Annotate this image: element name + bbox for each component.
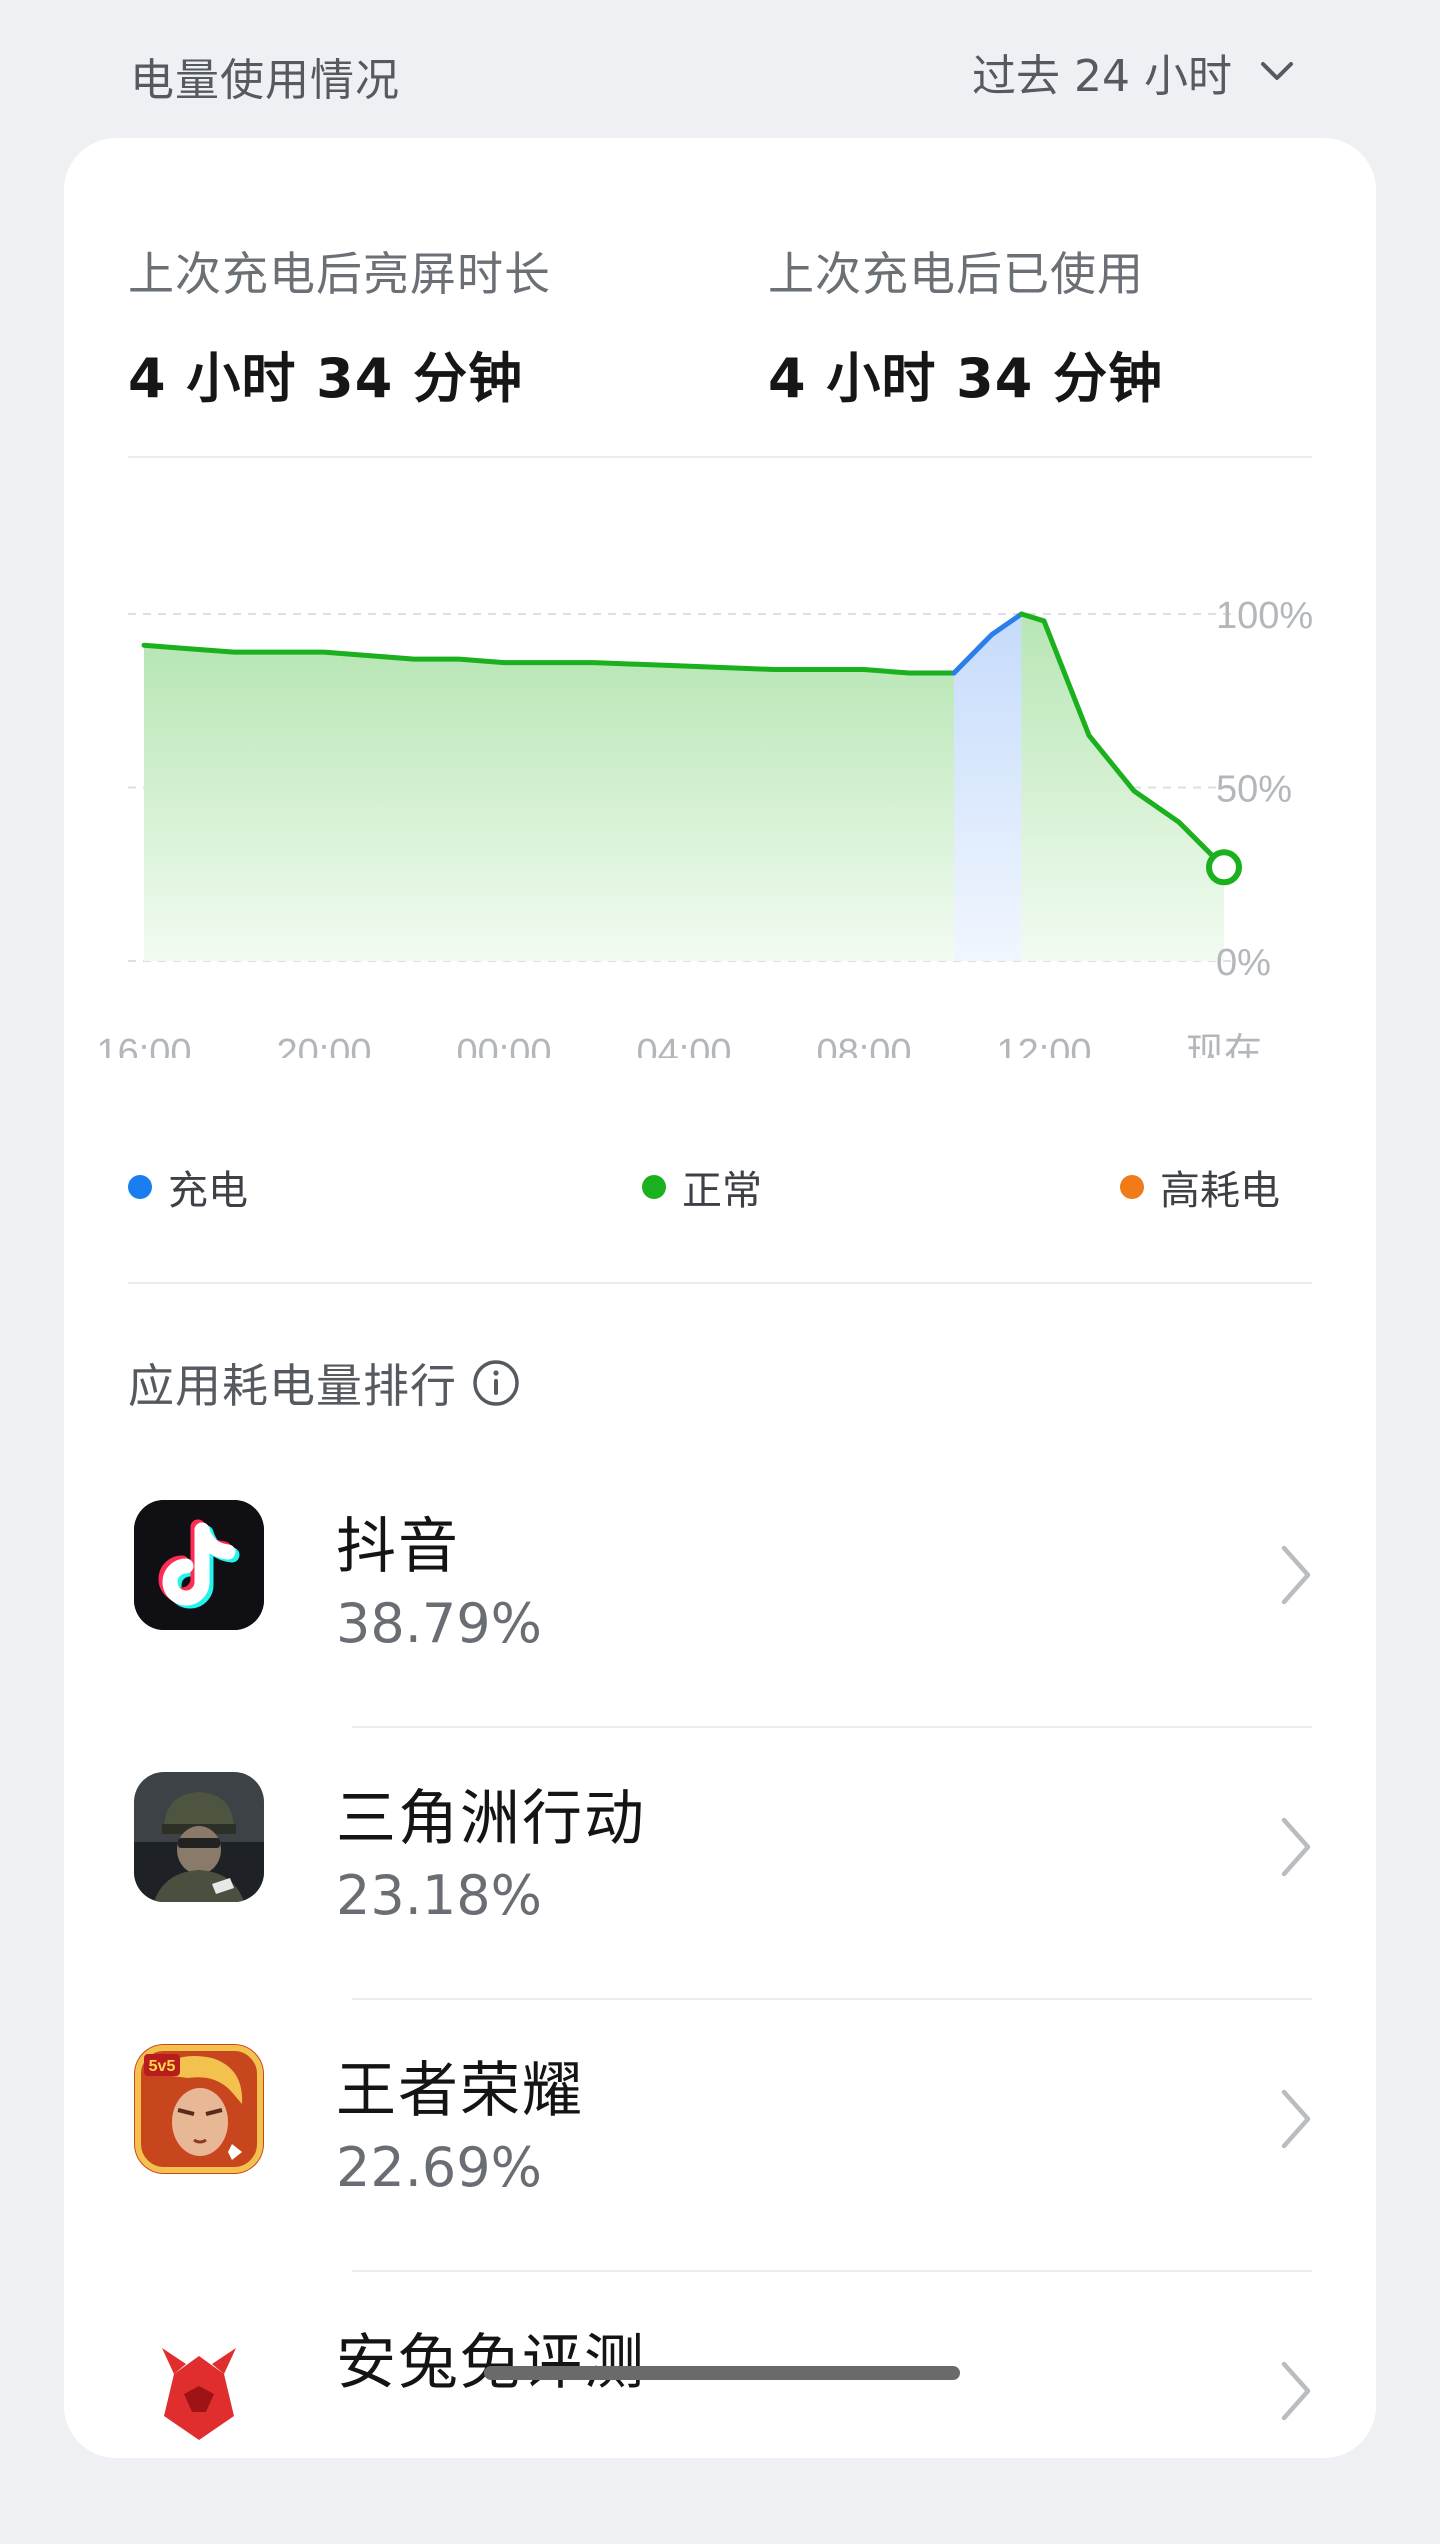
y-tick-label: 0% [1216,942,1271,984]
antutu-icon [134,2316,264,2446]
battery-chart-svg: 100% 50% 0% 16:00 20:00 00:00 04:00 08:00 12:00 现… [96,595,1313,1058]
divider [128,1282,1312,1284]
x-tick-label: 00:00 [456,1032,551,1058]
app-row-douyin[interactable]: 抖音 38.79% [64,1456,1376,1728]
svg-text:5v5: 5v5 [149,2058,176,2075]
app-percent: 22.69% [336,2136,542,2199]
x-tick-label: 现在 [1186,1032,1262,1058]
current-level-marker [1206,849,1242,886]
usage-time-stat: 上次充电后已使用 4 小时 34 分钟 [768,238,1163,413]
y-tick-label: 50% [1216,769,1292,811]
chevron-right-icon [1281,2089,1311,2149]
x-tick-label: 08:00 [816,1032,911,1058]
info-icon[interactable] [471,1358,521,1408]
app-row-honor-of-kings[interactable]: 5v5 王者荣耀 22.69% [64,2000,1376,2272]
app-row-antutu[interactable]: 安兔兔评测 [64,2272,1376,2544]
douyin-icon [134,1500,264,1630]
honor-of-kings-icon: 5v5 [134,2044,264,2174]
app-name: 安兔兔评测 [336,2328,646,2398]
x-tick-label: 12:00 [996,1032,1091,1058]
series-area-0 [144,645,954,961]
delta-force-icon [134,1772,264,1902]
app-percent: 38.79% [336,1592,542,1655]
app-name: 三角洲行动 [336,1784,646,1854]
battery-chart: 100% 50% 0% 16:00 20:00 00:00 04:00 08:00 12:00 现… [64,468,1376,1058]
app-row-delta-force[interactable]: 三角洲行动 23.18% [64,1728,1376,2000]
app-name: 王者荣耀 [336,2056,584,2126]
stat-value: 4 小时 34 分钟 [128,347,524,410]
x-tick-label: 16:00 [96,1032,191,1058]
time-range-dropdown[interactable]: 过去 24 小时 [972,40,1300,104]
legend-dot [1120,1175,1144,1199]
battery-card: 上次充电后亮屏时长 4 小时 34 分钟 上次充电后已使用 4 小时 34 分钟… [64,138,1376,2458]
chevron-right-icon [1281,1545,1311,1605]
app-percent: 23.18% [336,1864,542,1927]
y-tick-label: 100% [1216,595,1313,637]
legend-label: 高耗电 [1160,1168,1280,1214]
legend-normal: 正常 [642,1158,762,1216]
stat-label: 上次充电后亮屏时长 [128,247,551,301]
chevron-down-icon [1261,62,1293,80]
chevron-right-icon [1281,2361,1311,2421]
home-indicator[interactable] [484,2366,960,2380]
chevron-right-icon [1281,1817,1311,1877]
top-bar: 电量使用情况 过去 24 小时 [0,0,1440,140]
legend-high-drain: 高耗电 [1120,1158,1280,1216]
section-title: 电量使用情况 [130,55,400,106]
screen-on-time-stat: 上次充电后亮屏时长 4 小时 34 分钟 [128,238,551,413]
app-ranking-title: 应用耗电量排行 [128,1359,457,1413]
legend-dot [128,1175,152,1199]
legend-label: 充电 [168,1168,248,1214]
legend-dot [642,1175,666,1199]
x-tick-label: 20:00 [276,1032,371,1058]
legend-charging: 充电 [128,1158,248,1216]
divider [128,456,1312,458]
legend-label: 正常 [682,1168,762,1214]
app-ranking-header: 应用耗电量排行 [128,1350,521,1416]
app-name: 抖音 [336,1512,460,1582]
stat-label: 上次充电后已使用 [768,247,1144,301]
x-tick-label: 04:00 [636,1032,731,1058]
stat-value: 4 小时 34 分钟 [768,347,1164,410]
time-range-label: 过去 24 小时 [972,51,1232,102]
